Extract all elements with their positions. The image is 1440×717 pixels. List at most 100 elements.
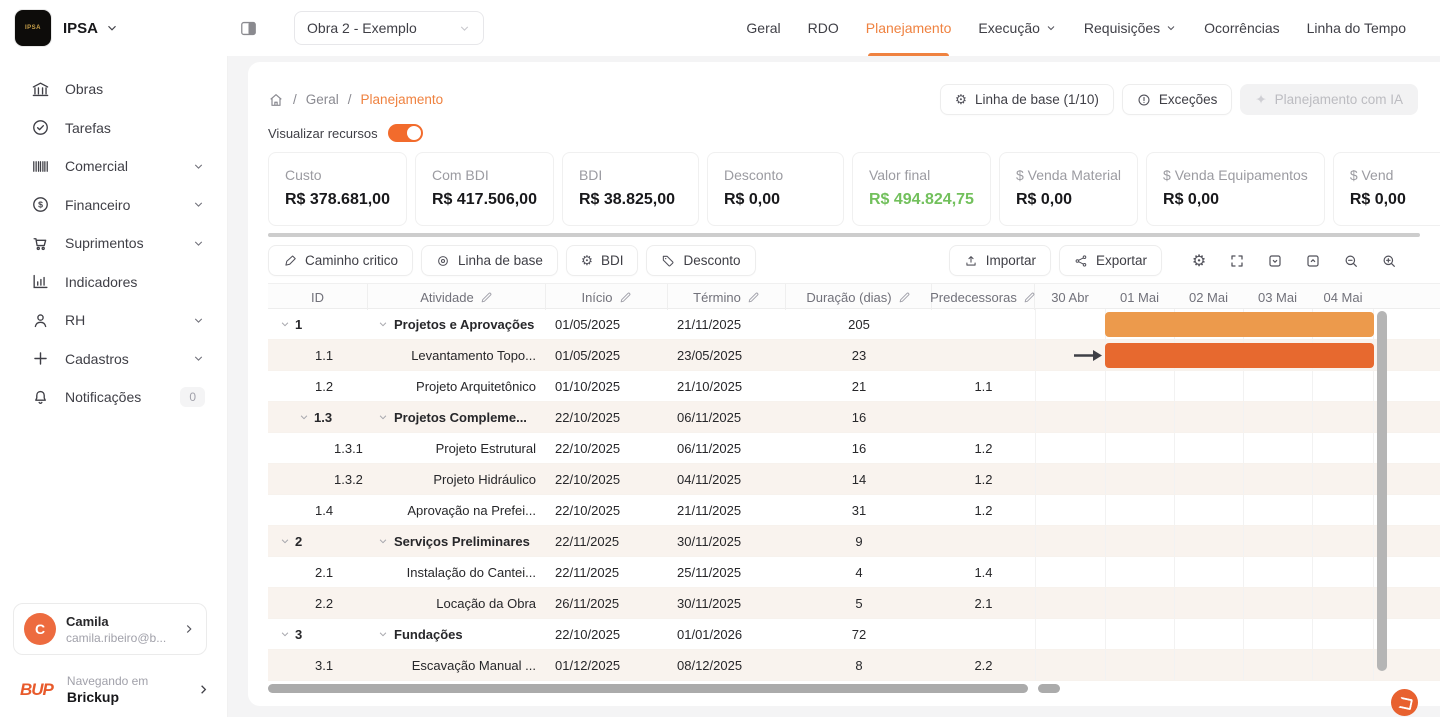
cell-activity[interactable]: Projeto Hidráulico [368, 464, 546, 494]
cell-activity[interactable]: Fundações [368, 619, 546, 649]
cell-activity[interactable]: Projetos e Aprovações [368, 309, 546, 339]
cell-predecessor[interactable] [932, 309, 1035, 339]
cell-end-date[interactable]: 01/01/2026 [668, 619, 786, 649]
column-header-predecessoras[interactable]: Predecessoras [932, 284, 1035, 310]
gantt-bar[interactable] [1105, 343, 1374, 368]
collapse-chevron-icon[interactable] [280, 536, 290, 546]
cell-duration[interactable]: 31 [786, 495, 932, 525]
org-logo[interactable]: IPSA [14, 9, 52, 47]
table-row[interactable]: 1 Projetos e Aprovações 01/05/2025 21/11… [268, 309, 1440, 340]
platform-switcher[interactable]: BUP Navegando em Brickup [20, 674, 211, 705]
cell-duration[interactable]: 8 [786, 650, 932, 680]
cell-start-date[interactable]: 22/10/2025 [546, 619, 668, 649]
cell-end-date[interactable]: 21/11/2025 [668, 495, 786, 525]
column-header-id[interactable]: ID [268, 284, 368, 310]
table-row[interactable]: 3 Fundações 22/10/2025 01/01/2026 72 [268, 619, 1440, 650]
cell-predecessor[interactable] [932, 526, 1035, 556]
sidebar-item-indicadores[interactable]: Indicadores [0, 263, 227, 302]
cell-start-date[interactable]: 01/05/2025 [546, 340, 668, 370]
fullscreen-icon[interactable] [1222, 246, 1252, 276]
baseline-toggle-button[interactable]: Linha de base [421, 245, 558, 276]
user-card[interactable]: C Camila camila.ribeiro@b... [13, 603, 207, 655]
column-header-termino[interactable]: Término [668, 284, 786, 310]
cell-start-date[interactable]: 01/10/2025 [546, 371, 668, 401]
baseline-settings-button[interactable]: ⚙ Linha de base (1/10) [940, 84, 1114, 115]
table-row[interactable]: 1.2 Projeto Arquitetônico 01/10/2025 21/… [268, 371, 1440, 402]
cell-duration[interactable]: 16 [786, 433, 932, 463]
cell-duration[interactable]: 21 [786, 371, 932, 401]
table-row[interactable]: 1.3.2 Projeto Hidráulico 22/10/2025 04/1… [268, 464, 1440, 495]
tab-planejamento[interactable]: Planejamento [866, 0, 952, 56]
cell-activity[interactable]: Locação da Obra [368, 588, 546, 618]
gantt-horizontal-scrollbar[interactable] [1038, 684, 1060, 693]
cell-duration[interactable]: 14 [786, 464, 932, 494]
table-row[interactable]: 2 Serviços Preliminares 22/11/2025 30/11… [268, 526, 1440, 557]
ai-planning-button[interactable]: ✦ Planejamento com IA [1240, 84, 1418, 115]
collapse-chevron-icon[interactable] [378, 319, 388, 329]
cell-duration[interactable]: 205 [786, 309, 932, 339]
sidebar-collapse-icon[interactable] [239, 19, 258, 38]
cell-end-date[interactable]: 23/05/2025 [668, 340, 786, 370]
cell-start-date[interactable]: 22/10/2025 [546, 464, 668, 494]
cell-activity[interactable]: Levantamento Topo... [368, 340, 546, 370]
table-row[interactable]: 1.4 Aprovação na Prefei... 22/10/2025 21… [268, 495, 1440, 526]
collapse-chevron-icon[interactable] [280, 319, 290, 329]
collapse-chevron-icon[interactable] [299, 412, 309, 422]
breadcrumb-geral[interactable]: Geral [306, 92, 339, 107]
sidebar-item-tarefas[interactable]: Tarefas [0, 109, 227, 148]
cell-end-date[interactable]: 08/12/2025 [668, 650, 786, 680]
tab-execucao[interactable]: Execução [978, 0, 1056, 56]
cell-predecessor[interactable]: 2.2 [932, 650, 1035, 680]
project-selector[interactable]: Obra 2 - Exemplo [294, 11, 484, 45]
sidebar-item-notificacoes[interactable]: Notificações 0 [0, 378, 227, 417]
critical-path-button[interactable]: Caminho critico [268, 245, 413, 276]
org-chevron-down-icon[interactable] [105, 21, 119, 35]
sidebar-item-rh[interactable]: RH [0, 301, 227, 340]
cell-duration[interactable]: 72 [786, 619, 932, 649]
tab-rdo[interactable]: RDO [808, 0, 839, 56]
cell-end-date[interactable]: 21/11/2025 [668, 309, 786, 339]
cell-predecessor[interactable]: 1.1 [932, 371, 1035, 401]
cell-end-date[interactable]: 25/11/2025 [668, 557, 786, 587]
collapse-chevron-icon[interactable] [378, 629, 388, 639]
cell-end-date[interactable]: 21/10/2025 [668, 371, 786, 401]
cell-duration[interactable]: 23 [786, 340, 932, 370]
cell-activity[interactable]: Aprovação na Prefei... [368, 495, 546, 525]
sidebar-item-obras[interactable]: Obras [0, 70, 227, 109]
sidebar-item-cadastros[interactable]: Cadastros [0, 340, 227, 379]
cell-predecessor[interactable]: 2.1 [932, 588, 1035, 618]
sidebar-item-comercial[interactable]: Comercial [0, 147, 227, 186]
cell-duration[interactable]: 9 [786, 526, 932, 556]
table-row[interactable]: 1.3.1 Projeto Estrutural 22/10/2025 06/1… [268, 433, 1440, 464]
cell-start-date[interactable]: 01/12/2025 [546, 650, 668, 680]
cell-duration[interactable]: 4 [786, 557, 932, 587]
tab-linha-do-tempo[interactable]: Linha do Tempo [1307, 0, 1406, 56]
cell-end-date[interactable]: 06/11/2025 [668, 433, 786, 463]
cell-start-date[interactable]: 22/10/2025 [546, 402, 668, 432]
collapse-all-icon[interactable] [1260, 246, 1290, 276]
cell-predecessor[interactable]: 1.2 [932, 495, 1035, 525]
table-row[interactable]: 2.1 Instalação do Cantei... 22/11/2025 2… [268, 557, 1440, 588]
cell-end-date[interactable]: 06/11/2025 [668, 402, 786, 432]
cell-predecessor[interactable] [932, 619, 1035, 649]
cell-activity[interactable]: Projeto Estrutural [368, 433, 546, 463]
sidebar-item-suprimentos[interactable]: Suprimentos [0, 224, 227, 263]
cell-start-date[interactable]: 22/11/2025 [546, 557, 668, 587]
cell-duration[interactable]: 5 [786, 588, 932, 618]
cell-end-date[interactable]: 30/11/2025 [668, 526, 786, 556]
tab-geral[interactable]: Geral [746, 0, 780, 56]
cell-activity[interactable]: Projetos Compleme... [368, 402, 546, 432]
collapse-chevron-icon[interactable] [378, 536, 388, 546]
pencil-icon[interactable] [747, 291, 760, 304]
cell-end-date[interactable]: 30/11/2025 [668, 588, 786, 618]
export-button[interactable]: Exportar [1059, 245, 1162, 276]
discount-button[interactable]: Desconto [646, 245, 755, 276]
gantt-bar[interactable] [1105, 312, 1374, 337]
cell-predecessor[interactable]: 1.4 [932, 557, 1035, 587]
pencil-icon[interactable] [1023, 291, 1036, 304]
cell-activity[interactable]: Escavação Manual ... [368, 650, 546, 680]
column-header-atividade[interactable]: Atividade [368, 284, 546, 310]
bdi-button[interactable]: ⚙ BDI [566, 245, 639, 276]
table-row[interactable]: 1.1 Levantamento Topo... 01/05/2025 23/0… [268, 340, 1440, 371]
cell-end-date[interactable]: 04/11/2025 [668, 464, 786, 494]
